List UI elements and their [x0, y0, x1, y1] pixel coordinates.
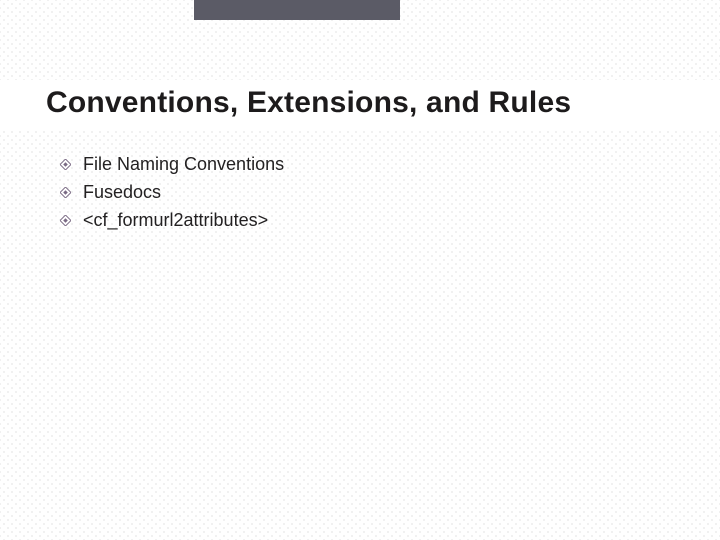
dotted-background	[0, 0, 720, 540]
bullet-label: <cf_formurl2attributes>	[83, 210, 268, 231]
top-accent-bar	[194, 0, 400, 20]
list-item: <cf_formurl2attributes>	[60, 206, 284, 234]
list-item: Fusedocs	[60, 178, 284, 206]
list-item: File Naming Conventions	[60, 150, 284, 178]
diamond-bullet-icon	[60, 215, 71, 226]
bullet-list: File Naming Conventions Fusedocs <cf_for…	[60, 150, 284, 234]
bullet-label: File Naming Conventions	[83, 154, 284, 175]
bullet-label: Fusedocs	[83, 182, 161, 203]
slide-title: Conventions, Extensions, and Rules	[46, 86, 571, 120]
diamond-bullet-icon	[60, 187, 71, 198]
diamond-bullet-icon	[60, 159, 71, 170]
